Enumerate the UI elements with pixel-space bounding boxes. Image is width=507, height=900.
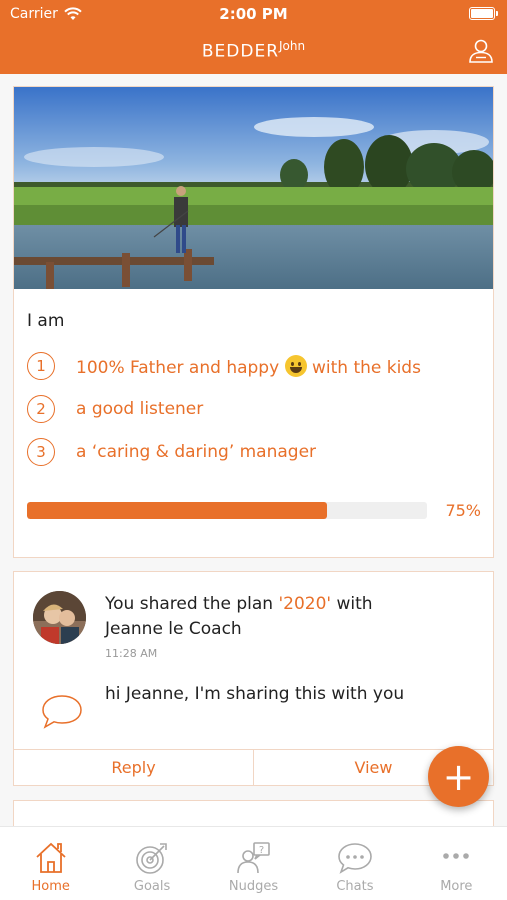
hero-photo (14, 87, 493, 289)
item-number: 2 (27, 395, 55, 423)
timestamp: 11:28 AM (105, 647, 158, 660)
recipient-name: Jeanne le Coach (105, 619, 242, 639)
nav-bar: BEDDERJohn (0, 28, 507, 74)
progress-fill (27, 502, 327, 519)
tab-label: Chats (336, 879, 374, 894)
reply-button[interactable]: Reply (14, 750, 253, 785)
tab-chats[interactable]: Chats (304, 827, 405, 900)
item-text-after: with the kids (311, 357, 421, 378)
item-text: a ‘caring & daring’ manager (76, 442, 317, 462)
progress-percent: 75% (445, 501, 481, 520)
house-icon (36, 842, 66, 873)
tab-goals[interactable]: Goals (101, 827, 202, 900)
item-text: 100% Father and happy with the kids (76, 354, 421, 378)
share-text: You shared the plan '2020' with Jeanne l… (105, 592, 475, 642)
tab-more[interactable]: More (406, 827, 507, 900)
profile-icon[interactable] (467, 37, 495, 65)
app-title: BEDDERJohn (0, 39, 507, 62)
share-line-after: with (336, 594, 373, 614)
item-text: a good listener (76, 399, 204, 419)
share-card[interactable]: You shared the plan '2020' with Jeanne l… (13, 571, 494, 786)
tab-nudges[interactable]: ? Nudges (203, 827, 304, 900)
avatar[interactable] (33, 591, 86, 644)
status-bar: Carrier 2:00 PM (0, 0, 507, 28)
tab-label: Nudges (228, 879, 279, 894)
tab-label: More (440, 879, 473, 894)
feed[interactable]: I am 1 100% Father and happy with the ki… (0, 74, 507, 826)
identity-card[interactable]: I am 1 100% Father and happy with the ki… (13, 86, 494, 558)
status-time: 2:00 PM (219, 5, 288, 23)
tab-home[interactable]: Home (0, 827, 101, 900)
more-icon (443, 853, 470, 859)
item-text-before: 100% Father and happy (76, 357, 280, 378)
identity-item[interactable]: 1 100% Father and happy with the kids (27, 350, 421, 382)
progress-bar (27, 502, 427, 519)
message-text: hi Jeanne, I'm sharing this with you (105, 684, 405, 704)
share-line-before: You shared the plan (105, 594, 274, 614)
app-title-main: BEDDER (201, 41, 280, 62)
target-icon (136, 843, 167, 874)
tab-label: Home (31, 879, 70, 894)
chat-bubble-icon (42, 695, 82, 729)
chat-icon (338, 843, 372, 874)
tab-bar: Home Goals ? Nudges Chats More (0, 826, 507, 900)
item-number: 3 (27, 438, 55, 466)
next-card[interactable] (13, 800, 494, 826)
svg-text:?: ? (258, 845, 263, 856)
app-title-user: John (279, 39, 306, 53)
battery-icon (469, 7, 498, 20)
nudges-icon: ? (236, 842, 270, 874)
identity-item[interactable]: 2 a good listener (27, 393, 203, 425)
grinning-face-icon (284, 354, 307, 377)
tab-label: Goals (133, 879, 171, 894)
add-button[interactable]: + (428, 746, 489, 807)
plan-link[interactable]: '2020' (278, 594, 331, 614)
card-actions: Reply View (14, 749, 493, 785)
item-number: 1 (27, 352, 55, 380)
identity-item[interactable]: 3 a ‘caring & daring’ manager (27, 436, 316, 468)
identity-label: I am (27, 311, 65, 331)
